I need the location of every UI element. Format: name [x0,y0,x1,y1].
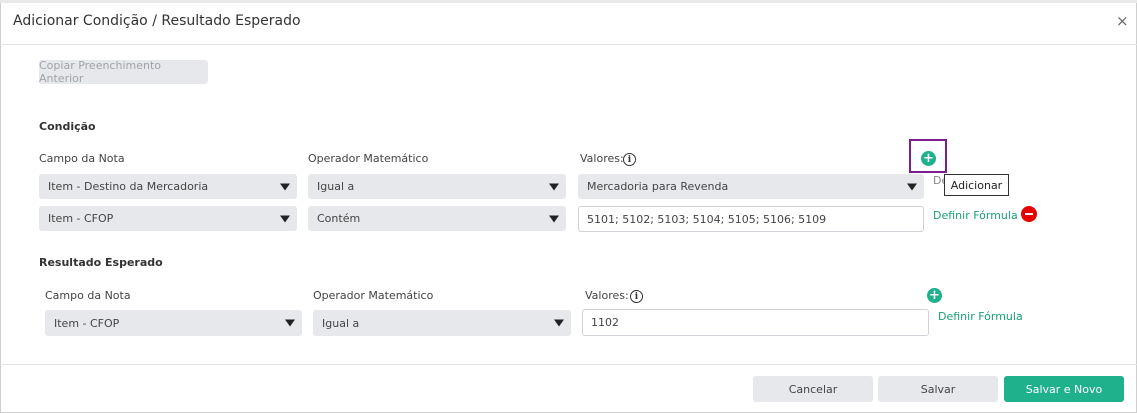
copy-previous-button[interactable]: Copiar Preenchimento Anterior [39,59,208,85]
chevron-down-icon [549,215,559,222]
cancel-button[interactable]: Cancelar [753,376,873,402]
chevron-down-icon [285,319,295,327]
select-value: Item - CFOP [48,212,114,225]
add-condition-plus-icon[interactable]: + [921,151,936,166]
condition-value-input-2[interactable]: 5101; 5102; 5103; 5104; 5105; 5106; 5109 [578,206,924,232]
chevron-down-icon [554,319,564,327]
remove-row-minus-icon[interactable] [1021,206,1037,222]
condition-section-title: Condição [39,120,96,133]
condition-operator-label: Operador Matemático [308,152,429,165]
define-formula-link-result[interactable]: Definir Fórmula [938,310,1023,323]
condition-values-label: Valores: [580,152,624,165]
close-icon[interactable]: × [1116,12,1129,30]
add-result-plus-icon[interactable]: + [927,288,942,303]
save-and-new-button[interactable]: Salvar e Novo [1004,376,1124,402]
top-strip [0,0,1137,3]
result-operator-select[interactable]: Igual a [313,310,571,336]
header-divider [0,44,1137,45]
chevron-down-icon [280,183,290,190]
result-operator-label: Operador Matemático [313,289,434,302]
result-value-input[interactable]: 1102 [582,309,929,336]
footer-divider [0,364,1137,365]
result-values-label: Valores: [585,289,629,302]
select-value: Contém [317,212,361,225]
result-section-title: Resultado Esperado [39,256,163,269]
chevron-down-icon [907,183,917,190]
info-icon[interactable]: i [623,153,636,166]
chevron-down-icon [549,183,559,190]
chevron-down-icon [280,215,290,222]
modal-title: Adicionar Condição / Resultado Esperado [13,13,301,29]
result-field-label: Campo da Nota [45,289,131,302]
save-button[interactable]: Salvar [878,376,998,402]
tooltip: Adicionar [944,174,1009,196]
condition-field-select-1[interactable]: Item - Destino da Mercadoria [39,174,297,199]
condition-operator-select-1[interactable]: Igual a [308,174,566,199]
input-value: 5101; 5102; 5103; 5104; 5105; 5106; 5109 [587,212,827,226]
condition-field-select-2[interactable]: Item - CFOP [39,206,297,231]
define-formula-link-2[interactable]: Definir Fórmula [933,209,1018,222]
select-value: Igual a [322,316,360,330]
condition-operator-select-2[interactable]: Contém [308,206,566,231]
select-value: Item - Destino da Mercadoria [48,180,209,193]
select-value: Igual a [317,180,355,193]
condition-field-label: Campo da Nota [39,152,125,165]
input-value: 1102 [591,316,619,329]
condition-value-select-1[interactable]: Mercadoria para Revenda [578,174,924,199]
info-icon[interactable]: i [630,290,643,303]
select-value: Item - CFOP [54,316,120,330]
select-value: Mercadoria para Revenda [587,180,729,193]
result-field-select[interactable]: Item - CFOP [45,310,302,336]
